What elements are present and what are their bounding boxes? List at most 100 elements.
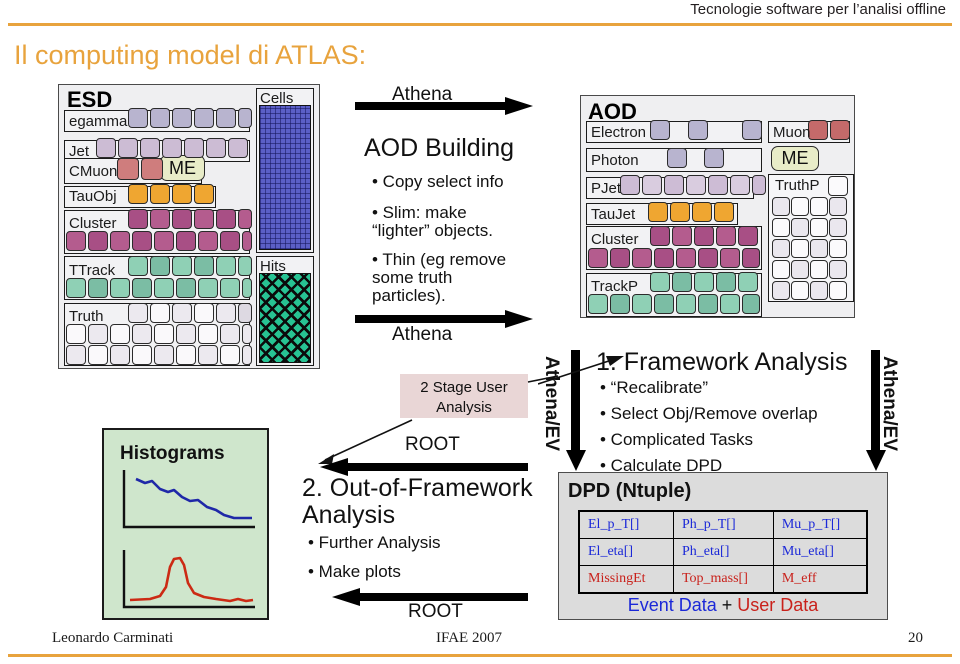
aod-cell bbox=[648, 202, 668, 222]
esd-cell bbox=[132, 231, 152, 251]
esd-cell bbox=[238, 108, 252, 128]
aod-cell bbox=[632, 294, 652, 314]
aod-row-label-cluster: Cluster bbox=[591, 231, 639, 248]
footer-conference: IFAE 2007 bbox=[436, 630, 502, 646]
framework-analysis-bullet-1: • “Recalibrate” bbox=[600, 378, 708, 397]
esd-cell bbox=[220, 345, 240, 365]
esd-cell bbox=[66, 324, 86, 344]
esd-cell bbox=[66, 278, 86, 298]
dpd-cell: Mu_eta[] bbox=[772, 538, 868, 566]
esd-cell bbox=[140, 138, 160, 158]
aod-cell bbox=[610, 248, 630, 268]
aod-cell bbox=[742, 248, 760, 268]
esd-cells-texture bbox=[259, 105, 311, 250]
aod-cell bbox=[829, 239, 847, 258]
esd-cell bbox=[66, 345, 86, 365]
esd-cell bbox=[118, 138, 138, 158]
esd-cell bbox=[238, 209, 252, 229]
esd-row-label-jet: Jet bbox=[69, 143, 90, 160]
esd-cell bbox=[242, 231, 252, 251]
aod-cell bbox=[676, 294, 696, 314]
dpd-footer-user-data: User Data bbox=[737, 595, 819, 615]
esd-cell bbox=[194, 256, 214, 276]
esd-cell bbox=[110, 345, 130, 365]
aod-cell bbox=[672, 272, 692, 292]
esd-cell bbox=[88, 231, 108, 251]
aod-cell bbox=[694, 272, 714, 292]
dpd-footer: Event Data + User Data bbox=[558, 595, 888, 616]
page-title: Il computing model di ATLAS: bbox=[14, 40, 367, 70]
esd-row-label-cmuon: CMuon bbox=[69, 163, 118, 180]
esd-cell bbox=[88, 345, 108, 365]
aod-cell bbox=[650, 226, 670, 246]
esd-cell bbox=[172, 209, 192, 229]
aod-building-bullet-1: • Copy select info bbox=[372, 172, 504, 191]
aod-cell bbox=[670, 202, 690, 222]
esd-cell bbox=[198, 324, 218, 344]
dpd-footer-event-data: Event Data bbox=[627, 595, 717, 615]
aod-cell bbox=[692, 202, 712, 222]
aod-cell bbox=[694, 226, 714, 246]
slide-root: Tecnologie software per l’analisi offlin… bbox=[0, 0, 960, 664]
esd-cell bbox=[220, 278, 240, 298]
esd-cell bbox=[198, 345, 218, 365]
esd-cell bbox=[110, 231, 130, 251]
esd-cell bbox=[154, 231, 174, 251]
aod-cell bbox=[698, 248, 718, 268]
aod-row-label-muon: Muon bbox=[773, 124, 811, 141]
aod-building-heading: AOD Building bbox=[364, 134, 515, 162]
esd-cell bbox=[128, 303, 148, 323]
dpd-table: El_p_T[] Ph_p_T[] Mu_p_T[] El_eta[] Ph_e… bbox=[578, 510, 868, 594]
aod-cell bbox=[704, 148, 724, 168]
esd-cell bbox=[198, 278, 218, 298]
esd-cell bbox=[172, 184, 192, 204]
esd-cell bbox=[228, 138, 248, 158]
aod-cell bbox=[654, 248, 674, 268]
aod-cell bbox=[730, 175, 750, 195]
aod-cell bbox=[716, 272, 736, 292]
footer-author: Leonardo Carminati bbox=[52, 630, 174, 646]
esd-cell bbox=[150, 184, 170, 204]
esd-cell bbox=[194, 184, 214, 204]
aod-cell bbox=[828, 176, 848, 196]
framework-analysis-heading: 1. Framework Analysis bbox=[596, 348, 848, 376]
aod-building-bullet-3-cont-a: some truth bbox=[372, 268, 453, 287]
histogram-chart-upper bbox=[122, 470, 255, 529]
aod-cell bbox=[738, 272, 758, 292]
esd-row-label-truth: Truth bbox=[69, 308, 104, 325]
running-header-title: Tecnologie software per l’analisi offlin… bbox=[690, 1, 946, 18]
esd-cell bbox=[154, 278, 174, 298]
two-stage-callout-line2: Analysis bbox=[436, 399, 492, 416]
aod-cell bbox=[642, 175, 662, 195]
athena-arrow-bottom-label: Athena bbox=[392, 324, 453, 345]
aod-truthp-label: TruthP bbox=[775, 177, 820, 194]
esd-cell bbox=[238, 303, 252, 323]
aod-cell bbox=[772, 239, 790, 258]
aod-cell bbox=[742, 120, 762, 140]
dpd-cell: M_eff bbox=[772, 565, 868, 594]
athena-ev-arrow-right bbox=[866, 350, 886, 471]
esd-cell bbox=[194, 108, 214, 128]
aod-row-label-trackp: TrackP bbox=[591, 278, 638, 295]
esd-cell bbox=[238, 256, 252, 276]
esd-cell bbox=[220, 231, 240, 251]
aod-cell bbox=[620, 175, 640, 195]
aod-cell bbox=[632, 248, 652, 268]
esd-cell bbox=[110, 324, 130, 344]
aod-cell bbox=[708, 175, 728, 195]
esd-cell bbox=[172, 303, 192, 323]
esd-row-label-ttrack: TTrack bbox=[69, 262, 116, 279]
aod-row-label-taujet: TauJet bbox=[591, 206, 636, 223]
aod-cell bbox=[810, 239, 828, 258]
aod-cell bbox=[688, 120, 708, 140]
esd-cell bbox=[176, 324, 196, 344]
esd-cell bbox=[117, 158, 139, 180]
esd-cell bbox=[172, 108, 192, 128]
aod-cell bbox=[686, 175, 706, 195]
aod-cell bbox=[654, 294, 674, 314]
dpd-cell: MissingEt bbox=[578, 565, 674, 594]
esd-cell bbox=[150, 209, 170, 229]
aod-cell bbox=[664, 175, 684, 195]
header-divider-rule bbox=[8, 23, 952, 26]
aod-cell bbox=[714, 202, 734, 222]
